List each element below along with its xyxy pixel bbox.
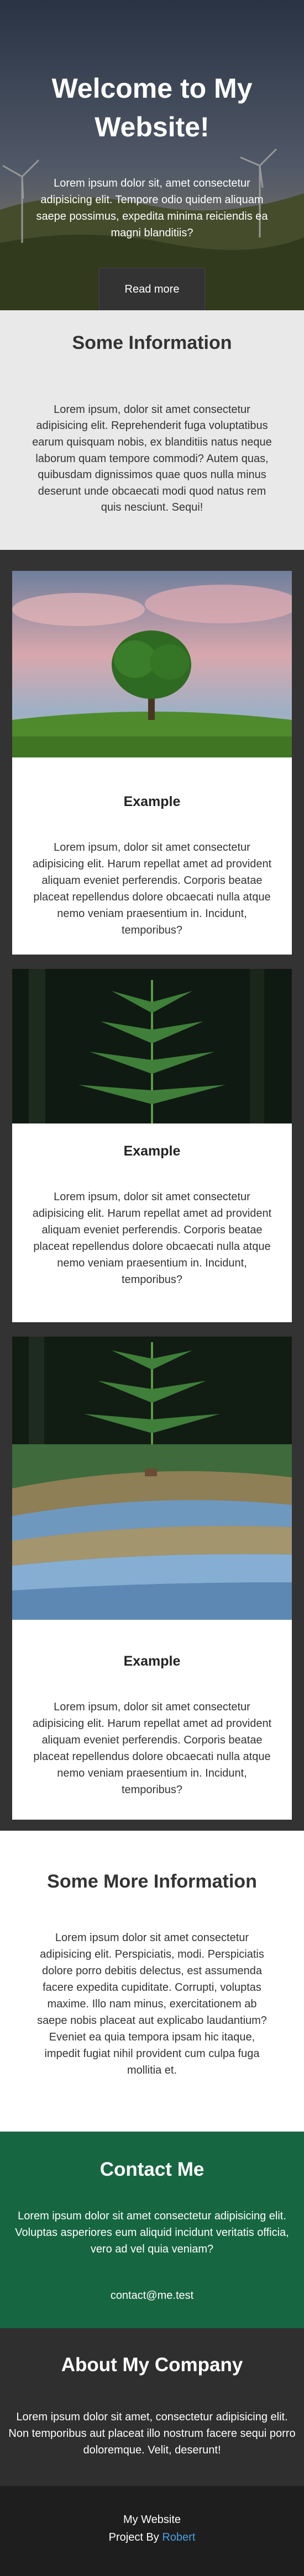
card-text: Lorem ipsum, dolor sit amet consectetur … — [32, 1701, 272, 1796]
cards-section: Example Lorem ipsum, dolor sit amet cons… — [0, 550, 304, 1831]
hero-title: Welcome to My Website! — [51, 73, 253, 142]
about-title: About My Company — [61, 2354, 243, 2376]
author-link[interactable]: Robert — [162, 2531, 195, 2543]
contact-section: Contact Me Lorem ipsum dolor sit amet co… — [0, 2132, 304, 2328]
card: Example Lorem ipsum, dolor sit amet cons… — [12, 1337, 292, 1820]
card: Example Lorem ipsum, dolor sit amet cons… — [12, 571, 300, 955]
fern-forest-image — [12, 1337, 292, 1444]
fern-forest-image — [12, 969, 292, 1123]
more-info-text: Lorem ipsum dolor sit amet consectetur a… — [37, 1931, 267, 2076]
hero-text: Lorem ipsum dolor sit, amet consectetur … — [36, 177, 268, 239]
about-section: About My Company Lorem ipsum dolor sit a… — [0, 2328, 304, 2486]
card: Example Lorem ipsum, dolor sit amet cons… — [12, 969, 292, 1322]
info-section: Some Information Lorem ipsum, dolor sit … — [0, 310, 304, 550]
read-more-button[interactable]: Read more — [98, 268, 206, 310]
card-title: Example — [123, 1653, 181, 1669]
footer-site-name: My Website — [123, 2514, 181, 2526]
footer: My Website Project By Robert — [0, 2486, 304, 2576]
card-text: Lorem ipsum, dolor sit amet consectetur … — [32, 841, 272, 936]
footer-credit: Project By Robert — [0, 2529, 304, 2546]
more-info-title: Some More Information — [47, 1871, 257, 1892]
card-text: Lorem ipsum, dolor sit amet consectetur … — [32, 1191, 272, 1286]
contact-title: Contact Me — [99, 2159, 205, 2180]
rice-terraces-image — [12, 1444, 292, 1620]
info-title: Some Information — [72, 332, 232, 353]
contact-text: Lorem ipsum dolor sit amet consectetur a… — [15, 2210, 289, 2255]
more-info-section: Some More Information Lorem ipsum dolor … — [0, 1831, 304, 2132]
card-title: Example — [123, 1143, 181, 1159]
contact-email[interactable]: contact@me.test — [9, 2289, 295, 2302]
info-text: Lorem ipsum, dolor sit amet consectetur … — [32, 403, 272, 514]
card-title: Example — [123, 794, 181, 809]
footer-credit-prefix: Project By — [108, 2531, 159, 2543]
hero-section: Welcome to My Website! Lorem ipsum dolor… — [0, 0, 304, 310]
tree-field-image — [12, 571, 300, 757]
about-text: Lorem ipsum dolor sit amet, consectetur … — [8, 2411, 296, 2456]
